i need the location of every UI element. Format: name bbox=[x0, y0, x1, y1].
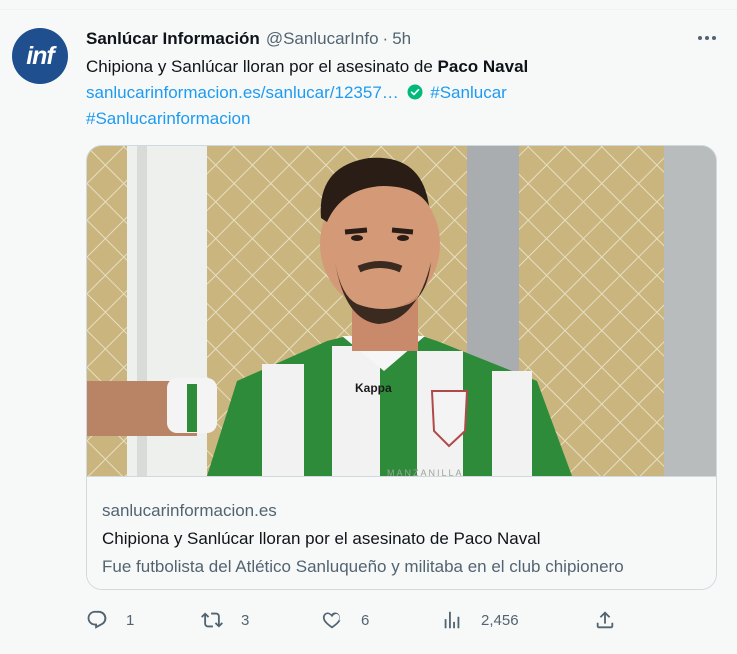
views-count: 2,456 bbox=[481, 611, 519, 629]
tweet-text-line-1: Chipiona y Sanlúcar lloran por el asesin… bbox=[86, 54, 706, 80]
separator-dot: · bbox=[382, 29, 389, 48]
hashtag-sanlucarinformacion[interactable]: #Sanlucarinformacion bbox=[86, 109, 250, 128]
reply-count: 1 bbox=[126, 611, 135, 629]
timestamp[interactable]: 5h bbox=[392, 29, 411, 49]
action-bar: 1 3 6 2,456 bbox=[86, 608, 626, 632]
tweet-text: Chipiona y Sanlúcar lloran por el asesin… bbox=[86, 54, 706, 132]
heart-icon bbox=[322, 612, 341, 629]
analytics-icon bbox=[444, 611, 460, 629]
jersey-sponsor: MANZANILLA bbox=[387, 468, 464, 476]
avatar[interactable]: inf bbox=[12, 28, 68, 84]
tweet-link[interactable]: sanlucarinformacion.es/sanlucar/12357… bbox=[86, 83, 399, 102]
verified-icon bbox=[407, 84, 423, 100]
share-icon bbox=[596, 611, 614, 629]
tweet-text-line-2: sanlucarinformacion.es/sanlucar/12357… #… bbox=[86, 80, 706, 106]
card-title: Chipiona y Sanlúcar lloran por el asesin… bbox=[102, 529, 541, 548]
repost-button[interactable]: 3 bbox=[201, 608, 249, 632]
card-photo: Kappa MANZANILLA bbox=[87, 146, 716, 476]
jersey-brand: Kappa bbox=[355, 381, 392, 395]
author-handle[interactable]: @SanlucarInfo bbox=[266, 29, 379, 49]
hashtag-sanlucar[interactable]: #Sanlucar bbox=[430, 83, 507, 102]
tweet-text-bold: Paco Naval bbox=[437, 57, 529, 76]
tweet[interactable]: inf Sanlúcar Información @SanlucarInfo ·… bbox=[0, 0, 737, 654]
author-name[interactable]: Sanlúcar Información bbox=[86, 29, 260, 49]
reply-button[interactable]: 1 bbox=[86, 608, 134, 632]
repost-icon bbox=[201, 612, 223, 628]
repost-count: 3 bbox=[241, 611, 250, 629]
tweet-text-line-3: #Sanlucarinformacion bbox=[86, 106, 706, 132]
share-button[interactable] bbox=[594, 608, 616, 632]
link-card[interactable]: Kappa MANZANILLA sanlucarinformacion.es … bbox=[86, 145, 717, 590]
tweet-text-prefix: Chipiona y Sanlúcar lloran por el asesin… bbox=[86, 57, 438, 76]
views-button[interactable]: 2,456 bbox=[441, 608, 519, 632]
like-button[interactable]: 6 bbox=[321, 608, 369, 632]
card-image[interactable]: Kappa MANZANILLA bbox=[87, 146, 716, 476]
like-count: 6 bbox=[361, 611, 370, 629]
avatar-logo-text: inf bbox=[26, 41, 55, 70]
card-info[interactable]: sanlucarinformacion.es Chipiona y Sanlúc… bbox=[87, 476, 716, 589]
reply-icon bbox=[87, 610, 107, 629]
tweet-header: Sanlúcar Información @SanlucarInfo · 5h bbox=[86, 28, 411, 50]
card-description: Fue futbolista del Atlético Sanluqueño y… bbox=[102, 557, 624, 576]
divider bbox=[0, 9, 737, 10]
card-domain: sanlucarinformacion.es bbox=[102, 501, 277, 520]
more-icon[interactable] bbox=[695, 28, 719, 48]
